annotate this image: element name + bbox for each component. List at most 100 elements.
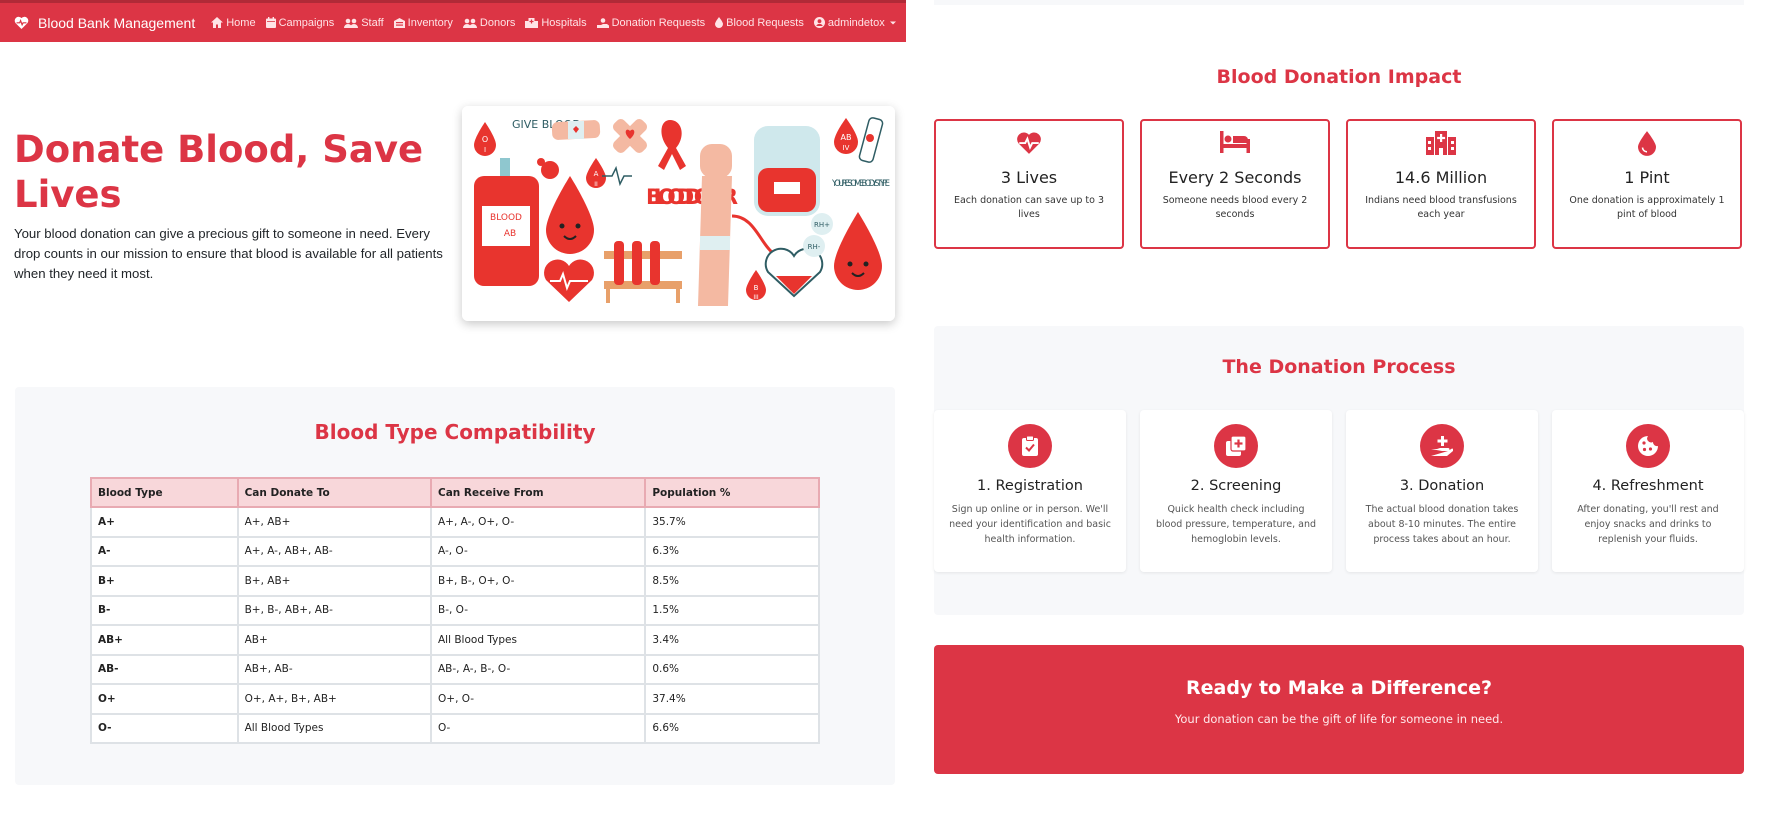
step-desc: Quick health check including blood press… [1155,504,1317,545]
blood-type-cell: B- [90,594,239,626]
table-row: B- B+, B-, AB+, AB- B-, O- 1.5% [90,594,820,626]
previous-section-strip [934,0,1744,5]
compatibility-table: Blood Type Can Donate To Can Receive Fro… [90,477,820,744]
nav-user-label: admindetox [827,16,885,29]
impact-desc: Someone needs blood every 2 seconds [1162,195,1308,220]
svg-text:AB: AB [841,133,852,142]
droplet-icon [715,17,724,28]
illustration-art: O I GIVE BLOOD BLOOD AB A II BLOOD D B I… [462,106,895,321]
step-title: 2. Screening [1190,478,1282,494]
svg-text:YOU'RE SOMEBODY'S TYPE: YOU'RE SOMEBODY'S TYPE [831,179,890,189]
step-card-refreshment: 4. Refreshment After donating, you'll re… [1552,410,1744,572]
blood-type-cell: A+ [90,506,239,538]
donate-to-cell: A+, A-, AB+, AB- [236,535,433,567]
heart-pulse-icon [14,16,29,29]
hero-text: Your blood donation can give a precious … [14,226,443,281]
table-row: O+ O+, A+, B+, AB+ O+, O- 37.4% [90,683,820,715]
impact-card-pint: 1 Pint One donation is approximately 1 p… [1552,119,1742,249]
nav-campaigns-label: Campaigns [278,16,335,29]
donate-to-cell: O+, A+, B+, AB+ [236,683,433,715]
warehouse-icon [393,17,405,28]
table-row: AB+ AB+ All Blood Types 3.4% [90,624,820,656]
blood-type-cell: O- [90,712,239,744]
hospital-icon [525,17,539,28]
column-header: Can Receive From [429,477,647,508]
process-title: The Donation Process [1222,356,1456,378]
brand-link[interactable]: Blood Bank Management [14,15,195,31]
receive-from-cell: All Blood Types [429,624,647,656]
impact-desc: Each donation can save up to 3 lives [953,195,1104,220]
hand-holding-medical-icon [1431,436,1453,456]
hand-icon [596,17,609,28]
donate-to-cell: B+, B-, AB+, AB- [236,594,433,626]
impact-card-million: 14.6 Million Indians need blood transfus… [1346,119,1536,249]
impact-desc: One donation is approximately 1 pint of … [1569,195,1725,220]
nav-inventory[interactable]: Inventory [393,16,453,29]
step-desc: After donating, you'll rest and enjoy sn… [1577,504,1719,545]
step-card-screening: 2. Screening Quick health check includin… [1140,410,1332,572]
impact-desc: Indians need blood transfusions each yea… [1365,195,1517,220]
column-header: Can Donate To [236,477,433,508]
svg-text:IV: IV [843,144,850,152]
receive-from-cell: O- [429,712,647,744]
bed-icon [1220,131,1250,153]
population-cell: 3.4% [644,624,820,656]
blood-type-cell: O+ [90,683,239,715]
caret-down-icon [889,21,896,24]
calendar-icon [265,17,276,28]
population-cell: 6.3% [644,535,820,567]
table-row: A- A+, A-, AB+, AB- A-, O- 6.3% [90,535,820,567]
population-cell: 1.5% [644,594,820,626]
nav-hospitals[interactable]: Hospitals [525,17,587,29]
user-circle-icon [813,17,825,28]
nav-donors-label: Donors [479,16,516,29]
impact-stat: Every 2 Seconds [1168,168,1302,187]
column-header: Blood Type [90,477,239,508]
cta-text: Your donation can be the gift of life fo… [1174,712,1504,726]
blood-type-cell: AB+ [90,624,239,656]
svg-text:RH-: RH- [808,243,821,251]
compatibility-title: Blood Type Compatibility [314,420,596,444]
cta-banner: Ready to Make a Difference? Your donatio… [934,645,1744,774]
nav-inventory-label: Inventory [407,16,453,29]
hospital-icon [1426,131,1456,155]
table-row: AB- AB+, AB- AB-, A-, B-, O- 0.6% [90,653,820,685]
population-cell: 6.6% [644,712,820,744]
receive-from-cell: AB-, A-, B-, O- [429,653,647,685]
step-desc: The actual blood donation takes about 8-… [1365,504,1519,545]
svg-text:O: O [482,135,488,144]
receive-from-cell: A+, A-, O+, O- [429,506,647,538]
compatibility-section: Blood Type Compatibility Blood Type Can … [15,387,895,785]
users-icon [344,18,359,28]
svg-text:AB: AB [504,229,516,239]
svg-text:II: II [594,181,598,188]
nav-staff[interactable]: Staff [344,16,384,29]
nav-blood-requests[interactable]: Blood Requests [715,17,804,29]
donate-to-cell: B+, AB+ [236,565,433,597]
population-cell: 37.4% [644,683,820,715]
cta-title: Ready to Make a Difference? [1186,677,1492,699]
receive-from-cell: O+, O- [429,683,647,715]
impact-stat: 3 Lives [1000,168,1058,187]
donate-to-cell: A+, AB+ [236,506,433,538]
step-card-registration: 1. Registration Sign up online or in per… [934,410,1126,572]
step-title: 3. Donation [1399,478,1485,494]
impact-card-seconds: Every 2 Seconds Someone needs blood ever… [1140,119,1330,249]
svg-text:I: I [484,146,486,154]
nav-home[interactable]: Home [211,16,256,29]
nav-donors[interactable]: Donors [462,16,516,29]
population-cell: 35.7% [644,506,820,538]
svg-text:BLOOD: BLOOD [490,213,522,223]
nav-user-dropdown[interactable]: admindetox [813,16,900,29]
nav-donation-requests[interactable]: Donation Requests [596,16,706,29]
nav-home-label: Home [226,16,256,29]
heart-pulse-icon [1017,132,1041,154]
clipboard-check-icon [1022,436,1038,456]
nav-blood-requests-label: Blood Requests [726,16,804,29]
nav-campaigns[interactable]: Campaigns [265,16,335,29]
impact-stat: 1 Pint [1624,168,1670,187]
navbar: Blood Bank Management Home Campaigns Sta… [0,0,906,42]
nav-donation-requests-label: Donation Requests [611,16,706,29]
nav-staff-label: Staff [361,16,384,29]
svg-text:III: III [753,294,759,301]
